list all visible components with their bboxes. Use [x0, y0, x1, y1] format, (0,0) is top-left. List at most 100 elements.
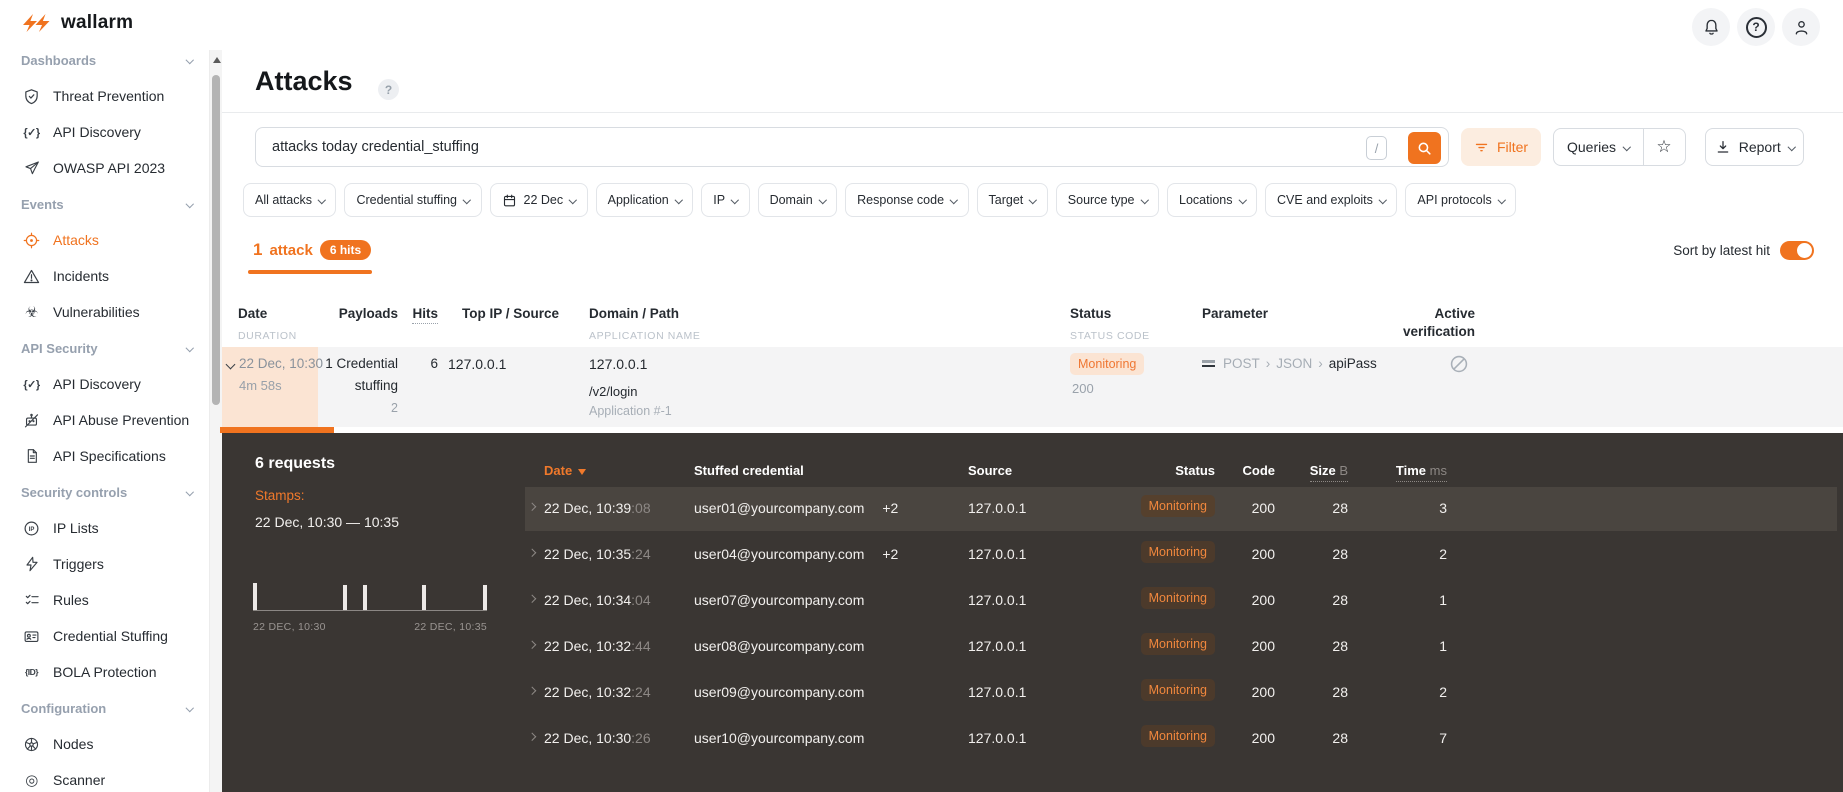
hits-badge: 6 hits	[319, 240, 372, 260]
sort-label: Sort by latest hit	[1673, 243, 1770, 258]
requests-col-date[interactable]: Date	[544, 463, 587, 478]
expand-chevron-icon[interactable]	[527, 732, 536, 741]
lightning-icon	[21, 556, 42, 572]
sidebar-item-nodes[interactable]: Nodes	[0, 726, 209, 762]
sidebar-section-security-controls[interactable]: Security controls	[0, 474, 209, 510]
request-row[interactable]: 22 Dec, 10:35:24 user04@yourcompany.com +…	[525, 533, 1837, 577]
scrollbar-up-arrow-icon[interactable]	[213, 57, 221, 63]
favorite-query-button[interactable]: ☆	[1642, 129, 1685, 165]
sidebar-item-owasp-api-2023[interactable]: OWASP API 2023	[0, 150, 209, 186]
request-row[interactable]: 22 Dec, 10:30:26 user10@yourcompany.com …	[525, 717, 1837, 761]
filter-chip[interactable]: Target	[976, 183, 1048, 217]
chart-bar	[422, 584, 426, 610]
request-size: 28	[1332, 592, 1348, 608]
svg-text:IP: IP	[29, 526, 35, 532]
help-button[interactable]: ?	[1737, 8, 1775, 46]
scrollbar-thumb[interactable]	[212, 75, 220, 405]
expand-chevron-icon[interactable]	[527, 502, 536, 511]
request-time: 1	[1439, 638, 1447, 654]
biohazard-icon: ☣	[25, 304, 38, 321]
request-credential: user08@yourcompany.com	[694, 638, 865, 654]
requests-col-time[interactable]: Time ms	[1380, 463, 1447, 482]
filter-chip[interactable]: Locations	[1167, 183, 1258, 217]
request-status: Monitoring	[1090, 679, 1215, 701]
sidebar-item-triggers[interactable]: Triggers	[0, 546, 209, 582]
sidebar-section-dashboards[interactable]: Dashboards	[0, 50, 209, 78]
checklist-icon	[21, 592, 42, 608]
request-code: 200	[1251, 546, 1275, 562]
status-badge: Monitoring	[1140, 725, 1215, 747]
warning-triangle-icon	[21, 268, 42, 285]
wallarm-logo-icon	[23, 14, 50, 32]
sidebar-item-ip-lists[interactable]: IP IP Lists	[0, 510, 209, 546]
request-row[interactable]: 22 Dec, 10:32:44 user08@yourcompany.com …	[525, 625, 1837, 669]
sidebar-section-api-security[interactable]: API Security	[0, 330, 209, 366]
sidebar-item-api-specifications[interactable]: API Specifications	[0, 438, 209, 474]
expand-chevron-icon[interactable]	[527, 594, 536, 603]
filter-chip[interactable]: API protocols	[1405, 183, 1517, 217]
status-badge: Monitoring	[1070, 353, 1145, 375]
filter-chip[interactable]: IP	[701, 183, 750, 217]
user-button[interactable]	[1782, 8, 1820, 46]
expand-chevron-icon[interactable]	[527, 548, 536, 557]
request-credential: user10@yourcompany.com	[694, 730, 865, 746]
sidebar-item-api-discovery-2[interactable]: {✓} API Discovery	[0, 366, 209, 402]
report-button[interactable]: Report	[1705, 128, 1804, 166]
filter-chip[interactable]: Application	[595, 183, 694, 217]
scrollbar[interactable]	[209, 50, 222, 792]
request-credential: user04@yourcompany.com +2	[694, 546, 899, 562]
id-card-icon	[21, 628, 42, 645]
sidebar-item-attacks[interactable]: Attacks	[0, 222, 209, 258]
request-status: Monitoring	[1090, 541, 1215, 563]
wallarm-logo[interactable]: wallarm	[22, 12, 133, 34]
sidebar-item-api-discovery[interactable]: {✓} API Discovery	[0, 114, 209, 150]
sidebar-item-credential-stuffing[interactable]: Credential Stuffing	[0, 618, 209, 654]
chevron-down-icon	[1378, 196, 1387, 204]
filter-button[interactable]: Filter	[1461, 128, 1541, 166]
attack-row[interactable]: 22 Dec, 10:30 4m 58s 1 Credential stuffi…	[222, 347, 1843, 427]
filter-chip[interactable]: Domain	[757, 183, 838, 217]
col-subheader-application: APPLICATION NAME	[589, 330, 701, 342]
filter-chip[interactable]: Source type	[1055, 183, 1159, 217]
sidebar-item-incidents[interactable]: Incidents	[0, 258, 209, 294]
expand-chevron-icon[interactable]	[527, 640, 536, 649]
request-row[interactable]: 22 Dec, 10:32:24 user09@yourcompany.com …	[525, 671, 1837, 715]
sidebar-item-threat-prevention[interactable]: Threat Prevention	[0, 78, 209, 114]
attack-domain: 127.0.0.1	[589, 356, 648, 372]
col-header-status: Status	[1070, 306, 1112, 321]
sidebar-item-scanner[interactable]: ◎ Scanner	[0, 762, 209, 792]
sidebar-item-api-abuse-prevention[interactable]: API Abuse Prevention	[0, 402, 209, 438]
request-row[interactable]: 22 Dec, 10:34:04 user07@yourcompany.com …	[525, 579, 1837, 623]
queries-button[interactable]: Queries	[1554, 129, 1643, 165]
sort-by-latest-hit-toggle[interactable]	[1780, 241, 1814, 260]
sidebar-item-vulnerabilities[interactable]: ☣ Vulnerabilities	[0, 294, 209, 330]
search-button[interactable]	[1408, 132, 1441, 164]
attack-noun: attack	[269, 241, 313, 259]
request-date: 22 Dec, 10:30:26	[544, 730, 651, 746]
filter-chip[interactable]: 22 Dec	[489, 183, 588, 217]
chevron-down-icon	[1029, 196, 1037, 204]
attacks-tab[interactable]: 1 attack 6 hits	[253, 240, 372, 260]
requests-col-size[interactable]: Size B	[1285, 463, 1348, 482]
search-box: /	[255, 127, 1612, 167]
page-help-icon[interactable]: ?	[378, 79, 399, 100]
request-time: 2	[1439, 684, 1447, 700]
filter-chip[interactable]: All attacks	[243, 183, 337, 217]
request-date: 22 Dec, 10:32:44	[544, 638, 651, 654]
attack-duration: 4m 58s	[239, 378, 282, 393]
request-date: 22 Dec, 10:35:24	[544, 546, 651, 562]
sidebar-item-rules[interactable]: Rules	[0, 582, 209, 618]
sidebar-section-configuration[interactable]: Configuration	[0, 690, 209, 726]
request-row[interactable]: 22 Dec, 10:39:08 user01@yourcompany.com +…	[525, 487, 1837, 531]
notifications-button[interactable]	[1692, 8, 1730, 46]
filter-chip[interactable]: CVE and exploits	[1265, 183, 1398, 217]
search-icon	[1418, 142, 1431, 155]
filter-chip[interactable]: Response code	[845, 183, 969, 217]
sidebar-item-bola-protection[interactable]: {ID} BOLA Protection	[0, 654, 209, 690]
status-badge: Monitoring	[1140, 633, 1215, 655]
col-header-hits[interactable]: Hits	[400, 306, 438, 324]
sidebar-section-events[interactable]: Events	[0, 186, 209, 222]
chevron-down-icon	[730, 196, 739, 204]
filter-chip[interactable]: Credential stuffing	[344, 183, 482, 217]
expand-chevron-icon[interactable]	[527, 686, 536, 695]
